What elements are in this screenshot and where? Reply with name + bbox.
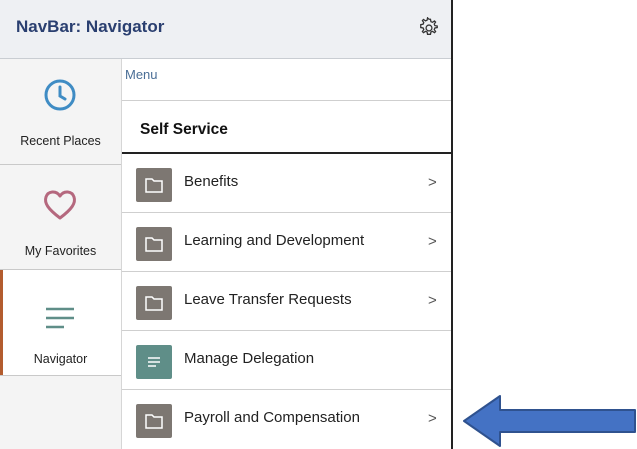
gear-icon[interactable] bbox=[418, 17, 440, 39]
chevron-right-icon: > bbox=[428, 174, 437, 191]
sidebar-item-label: Recent Places bbox=[20, 134, 101, 148]
menu-item-label: Learning and Development bbox=[184, 232, 365, 249]
menu-item-learning-and-development[interactable]: Learning and Development > bbox=[122, 213, 451, 271]
menu-item-label: Manage Delegation bbox=[184, 350, 315, 367]
panel-header: NavBar: Navigator bbox=[0, 0, 451, 59]
sidebar-item-label: My Favorites bbox=[24, 244, 97, 258]
menu-item-label: Payroll and Compensation bbox=[184, 409, 360, 426]
folder-icon bbox=[136, 227, 172, 261]
menu-lines-icon bbox=[46, 307, 74, 329]
sidebar-item-my-favorites[interactable]: My Favorites bbox=[0, 165, 121, 270]
pointer-arrow-icon bbox=[463, 395, 636, 447]
sidebar: Recent Places My Favorites Navigator bbox=[0, 59, 122, 449]
folder-icon bbox=[136, 168, 172, 202]
menu-item-label: Leave Transfer Requests bbox=[184, 291, 352, 308]
folder-icon bbox=[136, 286, 172, 320]
menu-item-benefits[interactable]: Benefits > bbox=[122, 154, 451, 212]
menu-item-payroll-and-compensation[interactable]: Payroll and Compensation > bbox=[122, 390, 451, 448]
section-title: Self Service bbox=[140, 121, 228, 138]
panel-title: NavBar: Navigator bbox=[16, 17, 165, 36]
folder-icon bbox=[136, 404, 172, 438]
menu-item-label: Benefits bbox=[184, 173, 239, 190]
menu-item-manage-delegation[interactable]: Manage Delegation bbox=[122, 331, 451, 389]
sidebar-item-recent-places[interactable]: Recent Places bbox=[0, 59, 121, 164]
chevron-right-icon: > bbox=[428, 292, 437, 309]
chevron-right-icon: > bbox=[428, 410, 437, 427]
navigator-panel: NavBar: Navigator Recent Places My Favor… bbox=[0, 0, 453, 449]
divider bbox=[122, 100, 451, 101]
clock-icon bbox=[44, 79, 76, 111]
list-icon bbox=[136, 345, 172, 379]
menu-breadcrumb[interactable]: Menu bbox=[125, 67, 158, 82]
sidebar-item-label: Navigator bbox=[33, 352, 88, 366]
sidebar-divider bbox=[0, 375, 121, 376]
menu-item-leave-transfer-requests[interactable]: Leave Transfer Requests > bbox=[122, 272, 451, 330]
heart-icon bbox=[44, 190, 76, 220]
sidebar-item-navigator[interactable]: Navigator bbox=[0, 270, 121, 375]
chevron-right-icon: > bbox=[428, 233, 437, 250]
